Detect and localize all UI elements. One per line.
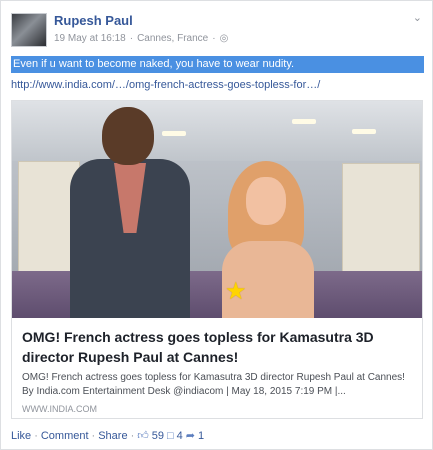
ceiling-light [352, 129, 376, 134]
ceiling-light [292, 119, 316, 124]
meta-separator: · [212, 33, 216, 44]
like-button[interactable]: Like [11, 430, 31, 442]
action-separator: · [91, 429, 96, 442]
card-domain: WWW.INDIA.COM [22, 404, 97, 414]
like-count[interactable]: 59 [152, 430, 164, 442]
shared-link[interactable]: http://www.india.com/…/omg-french-actres… [11, 79, 320, 91]
thumbs-up-icon[interactable]: 👍︎ [137, 429, 149, 442]
comment-count[interactable]: 4 [177, 430, 183, 442]
woman-face [246, 177, 286, 225]
comment-icon[interactable]: □ [167, 430, 174, 442]
action-separator: · [34, 429, 38, 442]
link-preview-card[interactable]: ★ OMG! French actress goes topless for K… [11, 100, 423, 419]
avatar[interactable] [11, 13, 47, 47]
card-image[interactable]: ★ [12, 101, 422, 318]
post-location[interactable]: Cannes, France [137, 33, 208, 44]
card-description: OMG! French actress goes topless for Kam… [22, 372, 405, 397]
man-head [102, 107, 154, 165]
action-separator: · [130, 429, 135, 442]
chevron-down-icon[interactable]: ⌄ [413, 11, 422, 24]
share-count[interactable]: 1 [198, 430, 204, 442]
author-name[interactable]: Rupesh Paul [54, 13, 133, 28]
facebook-post: Rupesh Paul 19 May at 16:18 · Cannes, Fr… [0, 0, 433, 450]
post-date[interactable]: 19 May at 16:18 [54, 33, 126, 44]
share-button[interactable]: Share [98, 430, 127, 442]
globe-icon[interactable]: ◎ [220, 33, 229, 44]
man-figure [70, 107, 190, 318]
meta-separator: · [129, 33, 134, 44]
background-booth [342, 163, 420, 273]
post-actions: Like · Comment · Share · 👍︎ 59 □ 4 ➦ 1 [11, 429, 204, 443]
post-meta: 19 May at 16:18 · Cannes, France · ◎ [54, 33, 228, 44]
share-icon[interactable]: ➦ [186, 429, 195, 442]
status-text: Even if u want to become naked, you have… [11, 56, 424, 73]
card-title[interactable]: OMG! French actress goes topless for Kam… [22, 327, 414, 367]
comment-button[interactable]: Comment [41, 430, 89, 442]
star-icon: ★ [225, 278, 247, 305]
